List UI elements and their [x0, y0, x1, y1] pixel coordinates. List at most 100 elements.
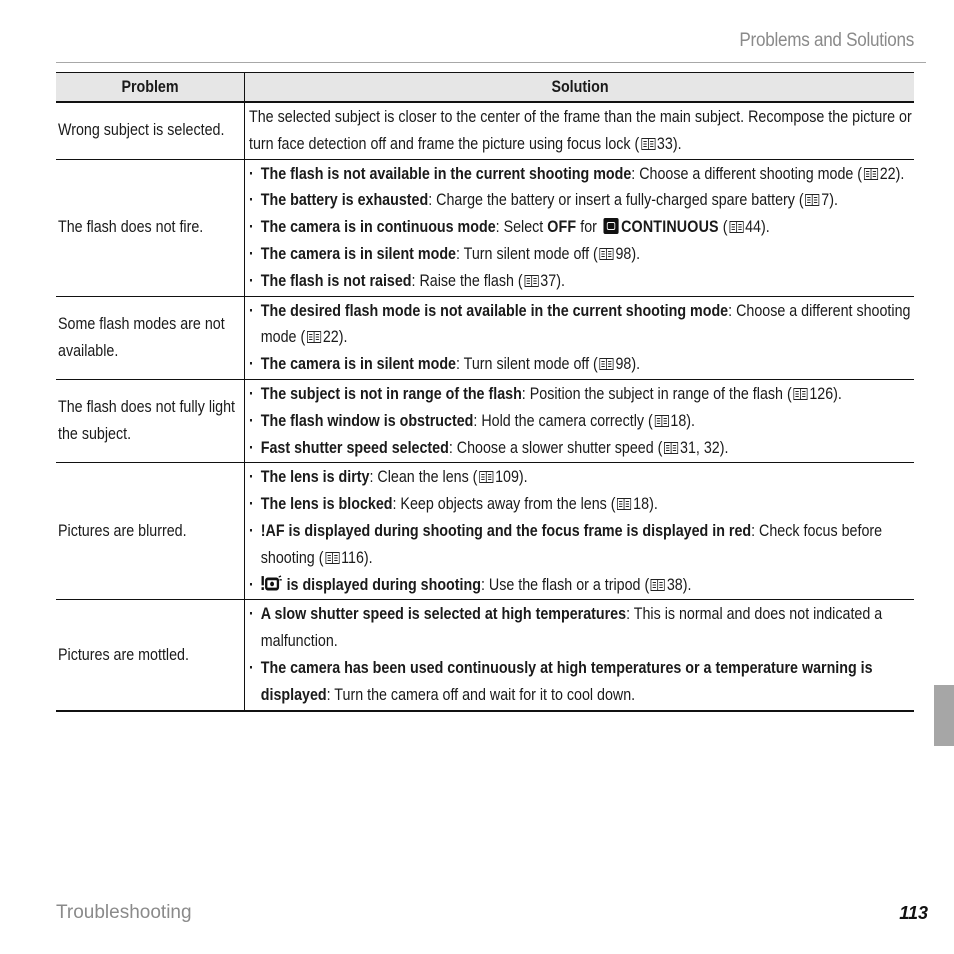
problem-text: Pictures are mottled. — [58, 644, 189, 664]
page-reference-icon — [664, 436, 679, 454]
page-reference: 33 — [656, 133, 673, 153]
table-row: The flash does not fire. · The flash is no… — [56, 159, 914, 297]
page-reference: 18 — [633, 494, 650, 514]
bullet-icon: · — [249, 354, 254, 374]
page-reference-icon — [729, 215, 744, 234]
remedy-text: : Charge the battery or insert a fully-c… — [428, 190, 804, 210]
running-header-title: Problems and Solutions — [739, 30, 914, 51]
bullet-icon: · — [249, 520, 254, 540]
cause-text: The flash window is obstructed — [260, 410, 474, 430]
remedy-text: : Hold the camera correctly ( — [473, 410, 653, 430]
solution-list: · The desired flash mode is not available… — [249, 298, 912, 378]
page-reference-icon — [650, 573, 666, 591]
problem-cell: The flash does not fire. — [56, 159, 245, 297]
solution-cell: · The flash is not available in the curre… — [244, 159, 914, 297]
solution-cell: · A slow shutter speed is selected at hig… — [244, 599, 914, 712]
page-reference-icon — [325, 546, 340, 564]
page-reference-icon — [479, 465, 494, 484]
page-reference-icon — [863, 162, 879, 180]
menu-option: OFF — [547, 217, 577, 237]
cause-text: The subject is not in range of the flash — [260, 383, 522, 403]
cause-text: The camera is in continuous mode — [260, 217, 496, 237]
solution-item: · !AF is displayed during shooting and th… — [249, 518, 912, 572]
page-reference-icon — [793, 382, 808, 400]
problem-cell: Pictures are blurred. — [56, 462, 245, 601]
page-reference: 98 — [615, 243, 632, 263]
remedy-text: : Select — [495, 217, 548, 237]
cause-text: The flash is not available in the curren… — [260, 163, 632, 183]
solution-item: · A slow shutter speed is selected at hig… — [249, 601, 912, 655]
remedy-text: : Turn the camera off and wait for it to… — [326, 684, 636, 704]
solution-list: · The subject is not in range of the flas… — [249, 381, 912, 461]
bullet-icon: · — [249, 190, 254, 210]
page-reference-icon — [640, 132, 656, 150]
page-reference: 31, 32 — [680, 437, 720, 457]
cause-text: The camera is in silent mode — [260, 354, 456, 374]
remedy-text: : Position the subject in range of the f… — [521, 383, 792, 403]
cause-text: The desired flash mode is not available … — [260, 300, 729, 320]
page-reference: 98 — [615, 354, 632, 374]
section-thumb-tab — [934, 685, 954, 746]
solution-item: · The battery is exhausted: Charge the ba… — [249, 187, 912, 214]
solution-item: · is displayed during shooting: Use the … — [249, 572, 912, 599]
remedy-text: : Turn silent mode off ( — [455, 354, 598, 374]
solution-list: · A slow shutter speed is selected at hig… — [249, 601, 912, 708]
solution-cell: · The lens is dirty: Clean the lens (109)… — [244, 462, 914, 601]
solution-item: · The camera is in continuous mode: Selec… — [249, 214, 912, 241]
page-reference-icon — [306, 325, 322, 344]
column-header-solution: Solution — [244, 72, 914, 103]
bullet-icon: · — [249, 163, 254, 183]
bullet-icon: · — [249, 467, 254, 487]
page-reference: 109 — [495, 467, 519, 487]
solution-item: · The flash is not available in the curre… — [249, 161, 912, 188]
page-reference-icon — [524, 269, 539, 287]
continuous-mode-icon — [603, 218, 619, 235]
solution-item: · The flash is not raised: Raise the flas… — [249, 268, 912, 295]
solution-cell: · The desired flash mode is not available… — [244, 296, 914, 380]
page-reference-icon — [617, 492, 632, 511]
header-rule — [56, 62, 926, 63]
bullet-icon: · — [249, 437, 254, 457]
solution-item: · The camera is in silent mode: Turn sile… — [249, 241, 912, 268]
remedy-text: : Choose a different shooting mode ( — [631, 163, 863, 183]
bullet-icon: · — [249, 604, 254, 624]
problem-text: Some flash modes are not available. — [58, 313, 225, 360]
bullet-icon: · — [249, 574, 254, 594]
cause-text: The lens is blocked — [260, 494, 393, 514]
table-row: The flash does not fully light the subje… — [56, 379, 914, 464]
bullet-icon: · — [249, 270, 254, 290]
page-reference: 18 — [670, 410, 687, 430]
table-header-row: Problem Solution — [56, 72, 914, 103]
page-reference: 37 — [540, 270, 557, 290]
solution-cell: · The subject is not in range of the flas… — [244, 379, 914, 464]
problem-cell: Wrong subject is selected. — [56, 102, 245, 160]
solution-cell: The selected subject is closer to the ce… — [244, 102, 914, 160]
table-row: Some flash modes are not available. · The … — [56, 296, 914, 380]
remedy-text: : Turn silent mode off ( — [455, 243, 598, 263]
troubleshooting-table: Problem Solution Wrong subject is select… — [56, 72, 914, 712]
page-reference-icon — [654, 409, 669, 427]
remedy-text: : Use the flash or a tripod ( — [480, 574, 650, 594]
page-reference: 38 — [666, 574, 683, 594]
bullet-icon: · — [249, 494, 254, 514]
menu-item-name: CONTINUOUS — [621, 217, 719, 237]
bullet-icon: · — [249, 243, 254, 263]
cause-text: The camera is in silent mode — [260, 243, 456, 263]
problem-cell: Pictures are mottled. — [56, 599, 245, 712]
problem-text: The flash does not fire. — [58, 217, 204, 237]
camera-shake-warning-icon — [261, 574, 283, 594]
page-reference: 126 — [809, 383, 834, 403]
solution-item: · The desired flash mode is not available… — [249, 298, 912, 352]
problem-cell: The flash does not fully light the subje… — [56, 379, 245, 464]
solution-item: · The lens is dirty: Clean the lens (109)… — [249, 464, 912, 491]
bullet-icon: · — [249, 217, 254, 237]
problem-cell: Some flash modes are not available. — [56, 296, 245, 380]
cause-text: The battery is exhausted — [260, 190, 429, 210]
page-reference: 22 — [879, 163, 896, 183]
solution-item: · The subject is not in range of the flas… — [249, 381, 912, 408]
bullet-icon: · — [249, 383, 254, 403]
cause-text: The flash is not raised — [260, 270, 412, 290]
page-reference: 116 — [341, 547, 364, 567]
remedy-text: : Choose a slower shutter speed ( — [448, 437, 663, 457]
table-row: Pictures are blurred. · The lens is dirty:… — [56, 462, 914, 601]
